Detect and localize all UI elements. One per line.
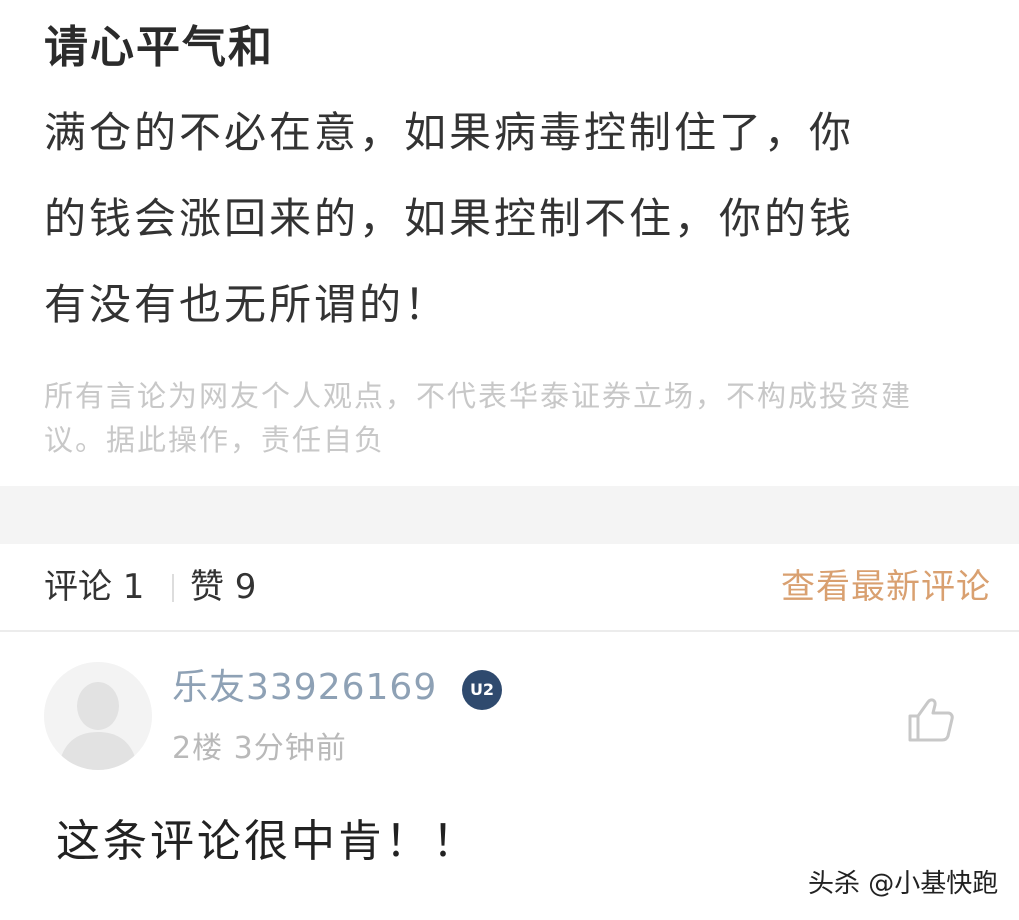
comment-text: 这条评论很中肯！！ bbox=[56, 816, 479, 867]
view-latest-comments-link[interactable]: 查看最新评论 bbox=[781, 564, 991, 610]
level-badge-icon: U2 bbox=[462, 670, 502, 710]
post-title: 请心平气和 bbox=[44, 22, 274, 73]
thumbs-up-icon[interactable] bbox=[906, 696, 956, 744]
post-card: 请心平气和 满仓的不必在意，如果病毒控制住了，你 的钱会涨回来的，如果控制不住，… bbox=[0, 0, 1019, 486]
section-divider bbox=[0, 486, 1019, 544]
disclaimer: 所有言论为网友个人观点，不代表华泰证券立场，不构成投资建 议。据此操作，责任自负 bbox=[44, 374, 984, 462]
disclaimer-line: 所有言论为网友个人观点，不代表华泰证券立场，不构成投资建 bbox=[44, 379, 913, 413]
source-watermark: 头杀 @小基快跑 bbox=[808, 869, 999, 899]
post-body-line: 满仓的不必在意，如果病毒控制住了，你 bbox=[44, 108, 855, 157]
post-body-line: 的钱会涨回来的，如果控制不住，你的钱 bbox=[44, 194, 855, 243]
likes-count[interactable]: 赞 9 bbox=[190, 564, 256, 610]
post-body: 满仓的不必在意，如果病毒控制住了，你 的钱会涨回来的，如果控制不住，你的钱 有没… bbox=[44, 90, 984, 348]
comments-count[interactable]: 评论 1 bbox=[44, 564, 144, 610]
stats-bar: 评论 1 赞 9 查看最新评论 bbox=[0, 544, 1019, 632]
default-user-avatar-icon[interactable] bbox=[44, 662, 152, 770]
comment-meta: 2楼 3分钟前 bbox=[172, 731, 347, 766]
disclaimer-line: 议。据此操作，责任自负 bbox=[44, 423, 386, 457]
comment-username[interactable]: 乐友33926169 bbox=[172, 664, 437, 712]
post-body-line: 有没有也无所谓的！ bbox=[44, 280, 450, 329]
stats-divider bbox=[172, 574, 174, 602]
